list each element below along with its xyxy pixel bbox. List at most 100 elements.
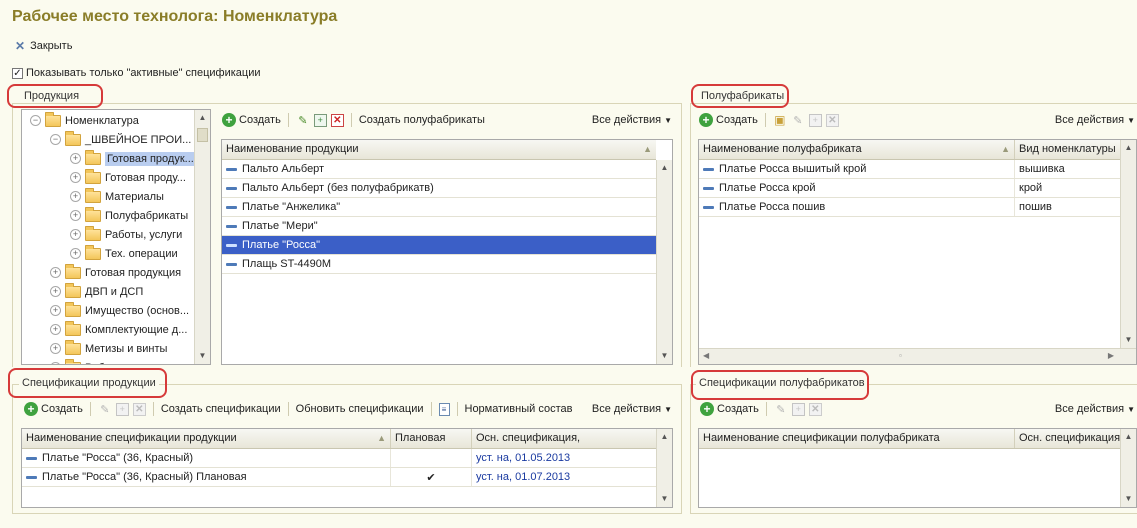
- semi-specs-table[interactable]: Наименование спецификации полуфабриката …: [698, 428, 1137, 508]
- copy-icon[interactable]: +: [313, 113, 327, 127]
- copy-icon[interactable]: +: [808, 113, 822, 127]
- nomenclature-tree[interactable]: − Номенклатура − _ШВЕЙНОЕ ПРОИ... + Готовая п…: [21, 109, 211, 365]
- table-row[interactable]: Платье "Мери": [222, 217, 656, 236]
- document-icon[interactable]: ≡: [438, 402, 450, 416]
- scroll-down-icon[interactable]: ▼: [1121, 332, 1136, 348]
- tree-node[interactable]: + Готовая проду...: [70, 168, 186, 187]
- table-row[interactable]: Пальто Альберт (без полуфабрикатв): [222, 179, 656, 198]
- expand-icon[interactable]: +: [70, 153, 81, 164]
- expand-icon[interactable]: +: [50, 267, 61, 278]
- semi-table[interactable]: Наименование полуфабриката ▲ Вид номенкл…: [698, 139, 1137, 365]
- products-table[interactable]: Наименование продукции ▲ Пальто Альберт П…: [221, 139, 673, 365]
- expand-icon[interactable]: +: [70, 229, 81, 240]
- edit-icon[interactable]: ✎: [296, 113, 310, 127]
- semi-hscrollbar[interactable]: ◀ ▫ ▶: [699, 348, 1136, 364]
- delete-icon[interactable]: ✕: [330, 113, 344, 127]
- table-row[interactable]: Платье Росса крой крой: [699, 179, 1121, 198]
- create-specs-button[interactable]: Создать спецификации: [161, 403, 281, 415]
- products-scrollbar[interactable]: ▲ ▼: [656, 160, 672, 364]
- edit-icon[interactable]: ✎: [774, 402, 788, 416]
- expand-icon[interactable]: +: [50, 305, 61, 316]
- tree-node[interactable]: − Номенклатура: [30, 111, 139, 130]
- expand-icon[interactable]: +: [70, 191, 81, 202]
- delete-icon[interactable]: ✕: [825, 113, 839, 127]
- collapse-icon[interactable]: −: [30, 115, 41, 126]
- expand-icon[interactable]: +: [70, 210, 81, 221]
- tree-node[interactable]: + Комплектующие д...: [50, 320, 187, 339]
- collapse-icon[interactable]: −: [50, 134, 61, 145]
- tree-node[interactable]: + Работы, услуги: [70, 225, 182, 244]
- scroll-up-icon[interactable]: ▲: [1121, 429, 1136, 445]
- expand-icon[interactable]: +: [70, 248, 81, 259]
- table-row[interactable]: Платье "Росса" (36, Красный) Плановая ✔ ус…: [22, 468, 657, 487]
- scroll-left-icon[interactable]: ◀: [703, 351, 709, 360]
- active-only-filter[interactable]: ✓ Показывать только "активные" специфика…: [12, 67, 261, 79]
- scroll-thumb[interactable]: ▫: [899, 351, 902, 360]
- column-semi-spec-name[interactable]: Наименование спецификации полуфабриката: [699, 429, 1015, 448]
- tree-node[interactable]: + ДВП и ДСП: [50, 282, 143, 301]
- column-semi-main-spec[interactable]: Осн. спецификация: [1015, 429, 1121, 448]
- expand-icon[interactable]: +: [50, 324, 61, 335]
- scroll-up-icon[interactable]: ▲: [1121, 140, 1136, 156]
- specs-all-actions[interactable]: Все действия ▼: [592, 399, 672, 419]
- main-spec-link[interactable]: уст. на, 01.07.2013: [472, 468, 657, 486]
- scroll-right-icon[interactable]: ▶: [1108, 351, 1114, 360]
- specs-scrollbar[interactable]: ▲ ▼: [656, 429, 672, 507]
- column-main-spec[interactable]: Осн. спецификация,: [472, 429, 657, 448]
- scroll-down-icon[interactable]: ▼: [657, 491, 672, 507]
- scroll-down-icon[interactable]: ▼: [195, 348, 210, 364]
- table-row[interactable]: Пальто Альберт: [222, 160, 656, 179]
- table-row[interactable]: Платье Росса пошив пошив: [699, 198, 1121, 217]
- scroll-down-icon[interactable]: ▼: [1121, 491, 1136, 507]
- products-all-actions[interactable]: Все действия ▼: [592, 110, 672, 130]
- expand-icon[interactable]: +: [70, 172, 81, 183]
- tree-node[interactable]: + Готовая продук...: [70, 149, 196, 168]
- products-create-button[interactable]: + Создать: [222, 113, 281, 127]
- tree-node[interactable]: + Тех. операции: [70, 244, 178, 263]
- semi-all-actions[interactable]: Все действия ▼: [1055, 110, 1135, 130]
- tree-node[interactable]: + Полуфабрикаты: [70, 206, 188, 225]
- semi-specs-all-actions[interactable]: Все действия ▼: [1055, 399, 1135, 419]
- add-folder-icon[interactable]: ▣: [773, 113, 787, 127]
- column-spec-name[interactable]: Наименование спецификации продукции ▲: [22, 429, 391, 448]
- scroll-thumb[interactable]: [197, 128, 208, 142]
- tree-node[interactable]: + Готовая продукция: [50, 263, 181, 282]
- semi-scrollbar[interactable]: ▲ ▼: [1120, 140, 1136, 348]
- scroll-up-icon[interactable]: ▲: [195, 110, 210, 126]
- delete-icon[interactable]: ✕: [808, 402, 822, 416]
- tree-node[interactable]: + Материалы: [70, 187, 164, 206]
- tree-scrollbar[interactable]: ▲ ▼: [194, 110, 210, 364]
- scroll-up-icon[interactable]: ▲: [657, 429, 672, 445]
- semi-specs-scrollbar[interactable]: ▲ ▼: [1120, 429, 1136, 507]
- table-row[interactable]: Платье "Росса": [222, 236, 656, 255]
- tree-node[interactable]: + Метизы и винты: [50, 339, 167, 358]
- scroll-down-icon[interactable]: ▼: [657, 348, 672, 364]
- update-specs-button[interactable]: Обновить спецификации: [296, 403, 424, 415]
- expand-icon[interactable]: +: [50, 362, 61, 364]
- scroll-up-icon[interactable]: ▲: [657, 160, 672, 176]
- delete-icon[interactable]: ✕: [132, 402, 146, 416]
- tree-node[interactable]: − _ШВЕЙНОЕ ПРОИ...: [50, 130, 191, 149]
- column-product-name[interactable]: Наименование продукции ▲: [222, 140, 656, 159]
- create-semi-button[interactable]: Создать полуфабрикаты: [359, 114, 485, 126]
- edit-icon[interactable]: ✎: [791, 113, 805, 127]
- semi-specs-create-button[interactable]: + Создать: [700, 402, 759, 416]
- main-spec-link[interactable]: уст. на, 01.05.2013: [472, 449, 657, 467]
- column-nomenclature-type[interactable]: Вид номенклатуры: [1015, 140, 1121, 159]
- column-planned[interactable]: Плановая: [391, 429, 472, 448]
- semi-create-button[interactable]: + Создать: [699, 113, 758, 127]
- table-row[interactable]: Платье "Анжелика": [222, 198, 656, 217]
- column-semi-name[interactable]: Наименование полуфабриката ▲: [699, 140, 1015, 159]
- expand-icon[interactable]: +: [50, 343, 61, 354]
- edit-icon[interactable]: ✎: [98, 402, 112, 416]
- expand-icon[interactable]: +: [50, 286, 61, 297]
- tree-node[interactable]: + Работы: [50, 358, 123, 364]
- close-button[interactable]: ✕ Закрыть: [15, 39, 72, 53]
- specs-create-button[interactable]: + Создать: [24, 402, 83, 416]
- table-row[interactable]: Платье "Росса" (36, Красный) уст. на, 01.…: [22, 449, 657, 468]
- tree-node[interactable]: + Имущество (основ...: [50, 301, 189, 320]
- active-only-checkbox[interactable]: ✓: [12, 67, 23, 79]
- norm-composition-button[interactable]: Нормативный состав: [465, 403, 573, 415]
- copy-icon[interactable]: +: [791, 402, 805, 416]
- product-specs-table[interactable]: Наименование спецификации продукции ▲ Пл…: [21, 428, 673, 508]
